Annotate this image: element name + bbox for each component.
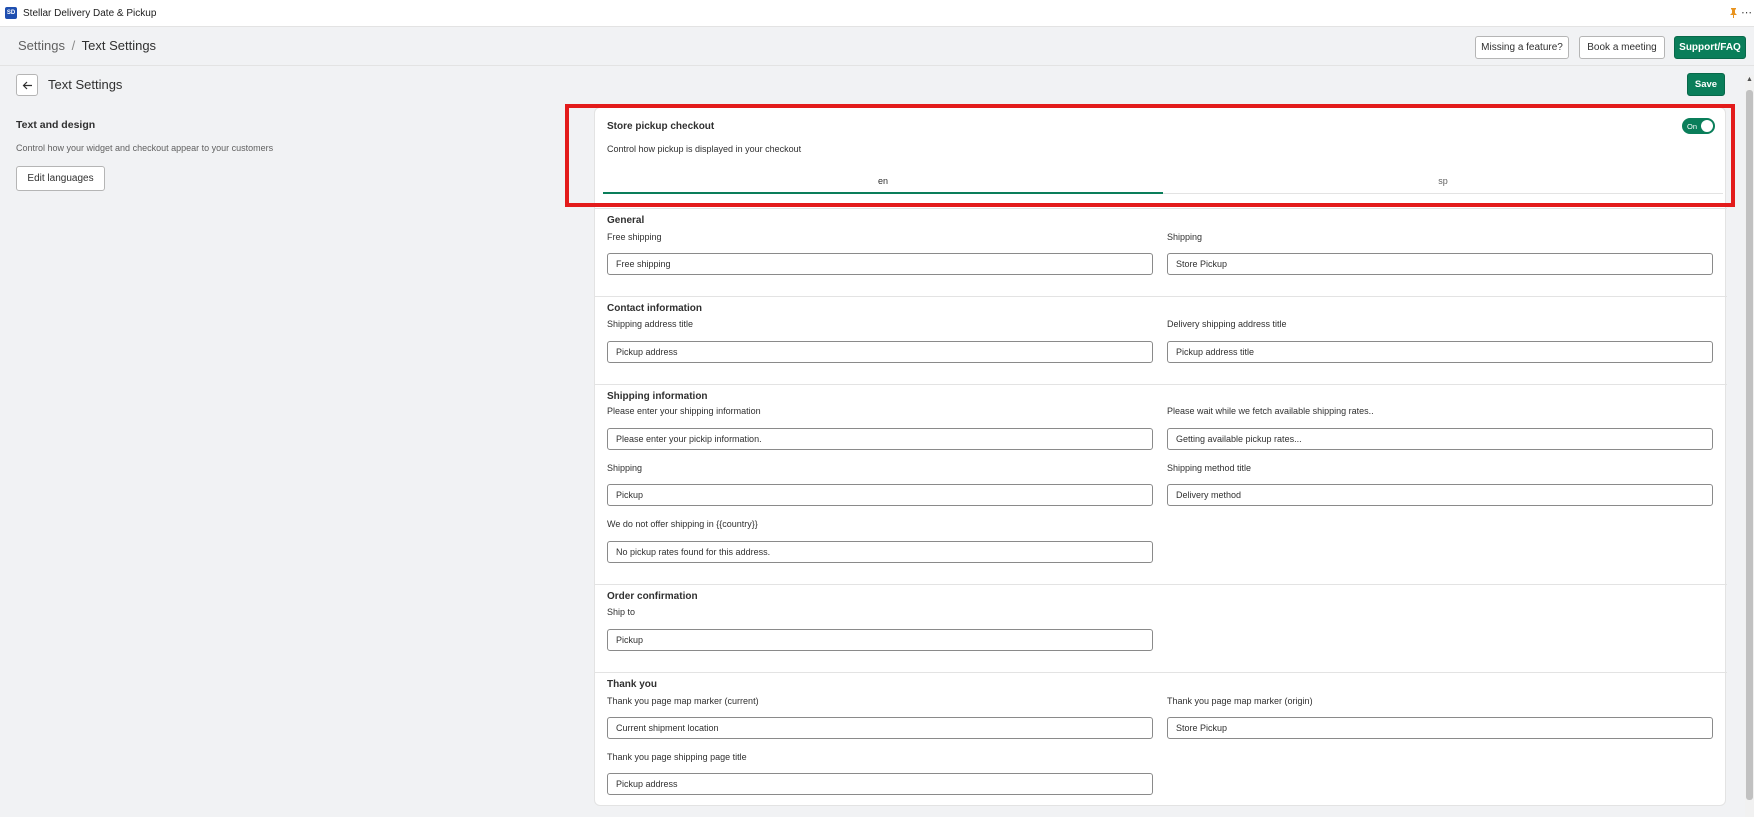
- breadcrumb-current: Text Settings: [81, 38, 157, 53]
- section-order-confirmation: Order confirmation Ship to Pickup: [595, 584, 1727, 672]
- shipping-method-title-input[interactable]: Delivery method: [1167, 484, 1713, 506]
- fetching-rates-input[interactable]: Getting available pickup rates...: [1167, 428, 1713, 450]
- section-general: General Free shipping Free shipping Ship…: [595, 208, 1727, 296]
- ship-to-input[interactable]: Pickup: [607, 629, 1153, 651]
- scroll-up-icon[interactable]: ▲: [1746, 76, 1753, 83]
- section-title: General: [607, 215, 645, 226]
- language-tabs: en sp: [603, 170, 1723, 194]
- section-title: Thank you: [607, 679, 658, 690]
- back-button[interactable]: [16, 74, 38, 96]
- pin-icon[interactable]: [1730, 8, 1737, 18]
- support-faq-button[interactable]: Support/FAQ: [1674, 36, 1746, 59]
- sidebar-description: Control how your widget and checkout app…: [16, 143, 274, 153]
- section-shipping-information: Shipping information Please enter your s…: [595, 384, 1727, 584]
- page-title: Text Settings: [48, 77, 123, 92]
- map-marker-current-label: Thank you page map marker (current): [607, 696, 759, 706]
- app-logo: SD: [5, 7, 17, 19]
- map-marker-origin-input[interactable]: Store Pickup: [1167, 717, 1713, 739]
- card-description: Control how pickup is displayed in your …: [607, 144, 802, 154]
- breadcrumb: Settings / Text Settings: [18, 38, 156, 53]
- card-title: Store pickup checkout: [607, 121, 715, 132]
- map-marker-current-input[interactable]: Current shipment location: [607, 717, 1153, 739]
- section-title: Contact information: [607, 303, 702, 314]
- pickup-toggle[interactable]: On: [1682, 118, 1715, 134]
- breadcrumb-settings[interactable]: Settings: [18, 38, 65, 53]
- toggle-knob: [1701, 120, 1713, 132]
- page-header: Settings / Text Settings Missing a featu…: [0, 28, 1754, 66]
- shipping-method-title-label: Shipping method title: [1167, 463, 1252, 473]
- shipping-address-title-label: Shipping address title: [607, 319, 694, 329]
- map-marker-origin-label: Thank you page map marker (origin): [1167, 696, 1313, 706]
- shipping-page-title-label: Thank you page shipping page title: [607, 752, 747, 762]
- free-shipping-input[interactable]: Free shipping: [607, 253, 1153, 275]
- settings-card: Store pickup checkout Control how pickup…: [594, 107, 1727, 806]
- delivery-shipping-address-title-label: Delivery shipping address title: [1167, 319, 1287, 329]
- fetching-rates-label: Please wait while we fetch available shi…: [1167, 406, 1374, 416]
- missing-feature-button[interactable]: Missing a feature?: [1475, 36, 1569, 59]
- tab-sp[interactable]: sp: [1163, 170, 1723, 194]
- section-title: Order confirmation: [607, 591, 698, 602]
- save-button[interactable]: Save: [1687, 73, 1725, 96]
- shipping-address-title-input[interactable]: Pickup address: [607, 341, 1153, 363]
- tab-en[interactable]: en: [603, 170, 1163, 194]
- sidebar-title: Text and design: [16, 119, 96, 131]
- no-shipping-country-label: We do not offer shipping in {{country}}: [607, 519, 758, 529]
- no-shipping-country-input[interactable]: No pickup rates found for this address.: [607, 541, 1153, 563]
- edit-languages-button[interactable]: Edit languages: [16, 166, 105, 191]
- free-shipping-label: Free shipping: [607, 232, 662, 242]
- enter-shipping-info-label: Please enter your shipping information: [607, 406, 761, 416]
- section-title: Shipping information: [607, 391, 708, 402]
- more-icon[interactable]: ⋯: [1741, 6, 1752, 19]
- shipping-input[interactable]: Store Pickup: [1167, 253, 1713, 275]
- app-bar: SD Stellar Delivery Date & Pickup ⋯: [0, 0, 1754, 27]
- section-thank-you: Thank you Thank you page map marker (cur…: [595, 672, 1727, 806]
- breadcrumb-separator: /: [71, 38, 76, 53]
- section-contact-information: Contact information Shipping address tit…: [595, 296, 1727, 384]
- delivery-shipping-address-title-input[interactable]: Pickup address title: [1167, 341, 1713, 363]
- toggle-label: On: [1687, 121, 1698, 131]
- shipping-label: Shipping: [1167, 232, 1203, 242]
- arrow-left-icon: [22, 81, 32, 89]
- shipping-input[interactable]: Pickup: [607, 484, 1153, 506]
- app-name: Stellar Delivery Date & Pickup: [23, 7, 157, 19]
- shipping-page-title-input[interactable]: Pickup address: [607, 773, 1153, 795]
- enter-shipping-info-input[interactable]: Please enter your pickip information.: [607, 428, 1153, 450]
- shipping-label: Shipping: [607, 463, 643, 473]
- book-meeting-button[interactable]: Book a meeting: [1579, 36, 1665, 59]
- ship-to-label: Ship to: [607, 607, 636, 617]
- scrollbar-thumb[interactable]: [1746, 90, 1753, 800]
